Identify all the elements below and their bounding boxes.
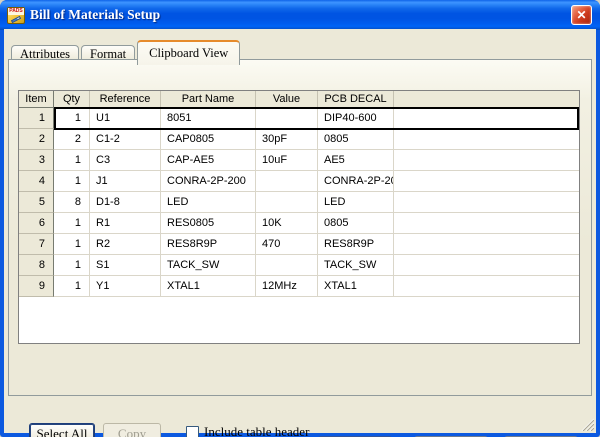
- include-header-label[interactable]: Include table header: [204, 424, 309, 437]
- include-header-checkbox[interactable]: [186, 426, 199, 437]
- table-cell[interactable]: XTAL1: [318, 276, 394, 297]
- include-header-row: Include table header: [186, 424, 309, 437]
- titlebar[interactable]: PADS Bill of Materials Setup ✕: [0, 0, 600, 30]
- table-cell[interactable]: R2: [90, 234, 161, 255]
- table-cell[interactable]: 0805: [318, 129, 394, 150]
- close-icon: ✕: [576, 8, 586, 22]
- table-cell[interactable]: 2: [54, 129, 90, 150]
- table-cell[interactable]: C3: [90, 150, 161, 171]
- table-cell[interactable]: 10K: [256, 213, 318, 234]
- column-header-pcb-decal: PCB DECAL: [318, 91, 394, 108]
- table-cell[interactable]: [394, 129, 579, 150]
- row-header-cell[interactable]: 5: [19, 192, 54, 213]
- table-cell[interactable]: LED: [318, 192, 394, 213]
- table-cell[interactable]: CONRA-2P-200: [318, 171, 394, 192]
- row-header-cell[interactable]: 8: [19, 255, 54, 276]
- table-cell[interactable]: 1: [54, 108, 90, 129]
- table-cell[interactable]: RES8R9P: [161, 234, 256, 255]
- table-cell[interactable]: [256, 108, 318, 129]
- table-cell[interactable]: U1: [90, 108, 161, 129]
- column-header-reference: Reference: [90, 91, 161, 108]
- row-header-cell[interactable]: 9: [19, 276, 54, 297]
- row-header-cell[interactable]: 7: [19, 234, 54, 255]
- row-header-cell[interactable]: 4: [19, 171, 54, 192]
- table-cell[interactable]: TACK_SW: [161, 255, 256, 276]
- resize-grip-icon[interactable]: [581, 418, 594, 431]
- table-cell[interactable]: [394, 255, 579, 276]
- table-cell[interactable]: LED: [161, 192, 256, 213]
- table-cell[interactable]: 8051: [161, 108, 256, 129]
- close-button[interactable]: ✕: [571, 5, 592, 25]
- row-header-cell[interactable]: 2: [19, 129, 54, 150]
- tab-panel-clipboard-view: ItemQtyReferencePart NameValuePCB DECAL 1…: [8, 59, 592, 396]
- row-header-cell[interactable]: 6: [19, 213, 54, 234]
- table-cell[interactable]: CONRA-2P-200: [161, 171, 256, 192]
- row-header-cell[interactable]: 3: [19, 150, 54, 171]
- row-header-cell[interactable]: 1: [19, 108, 54, 129]
- bom-setup-dialog: PADS Bill of Materials Setup ✕ Attribute…: [0, 0, 600, 437]
- bom-grid: ItemQtyReferencePart NameValuePCB DECAL 1…: [19, 91, 579, 297]
- table-cell[interactable]: 1: [54, 255, 90, 276]
- table-cell[interactable]: CAP0805: [161, 129, 256, 150]
- table-cell[interactable]: 1: [54, 171, 90, 192]
- table-cell[interactable]: [394, 171, 579, 192]
- copy-button[interactable]: Copy: [103, 423, 161, 437]
- table-cell[interactable]: 0805: [318, 213, 394, 234]
- table-cell[interactable]: [394, 150, 579, 171]
- table-cell[interactable]: Y1: [90, 276, 161, 297]
- table-cell[interactable]: AE5: [318, 150, 394, 171]
- table-cell[interactable]: [394, 108, 579, 129]
- table-cell[interactable]: D1-8: [90, 192, 161, 213]
- table-cell[interactable]: [394, 192, 579, 213]
- table-cell[interactable]: 12MHz: [256, 276, 318, 297]
- table-cell[interactable]: C1-2: [90, 129, 161, 150]
- table-cell[interactable]: 1: [54, 213, 90, 234]
- table-cell[interactable]: RES8R9P: [318, 234, 394, 255]
- pads-logo-text: PADS: [8, 8, 24, 15]
- table-cell[interactable]: [394, 213, 579, 234]
- dialog-body: Attributes Format Clipboard View ItemQty…: [4, 29, 596, 433]
- column-header-item: Item: [19, 91, 54, 108]
- table-cell[interactable]: 1: [54, 234, 90, 255]
- table-cell[interactable]: 10uF: [256, 150, 318, 171]
- column-header-qty: Qty: [54, 91, 90, 108]
- table-cell[interactable]: TACK_SW: [318, 255, 394, 276]
- table-cell[interactable]: S1: [90, 255, 161, 276]
- bom-table: ItemQtyReferencePart NameValuePCB DECAL 1…: [18, 90, 580, 344]
- column-header-value: Value: [256, 91, 318, 108]
- table-cell[interactable]: 1: [54, 276, 90, 297]
- table-cell[interactable]: R1: [90, 213, 161, 234]
- table-cell[interactable]: 1: [54, 150, 90, 171]
- window-title: Bill of Materials Setup: [30, 7, 160, 23]
- table-cell[interactable]: [394, 276, 579, 297]
- select-all-button[interactable]: Select All: [29, 423, 95, 437]
- table-cell[interactable]: 8: [54, 192, 90, 213]
- pencil-icon: [11, 15, 21, 22]
- table-cell[interactable]: [256, 192, 318, 213]
- table-cell[interactable]: [256, 255, 318, 276]
- table-cell[interactable]: XTAL1: [161, 276, 256, 297]
- table-cell[interactable]: DIP40-600: [318, 108, 394, 129]
- table-cell[interactable]: CAP-AE5: [161, 150, 256, 171]
- table-cell[interactable]: 30pF: [256, 129, 318, 150]
- column-header-part-name: Part Name: [161, 91, 256, 108]
- table-cell[interactable]: [256, 171, 318, 192]
- table-cell[interactable]: 470: [256, 234, 318, 255]
- column-header-blank: [394, 91, 579, 108]
- table-cell[interactable]: J1: [90, 171, 161, 192]
- table-cell[interactable]: RES0805: [161, 213, 256, 234]
- tab-clipboard-view[interactable]: Clipboard View: [137, 40, 240, 65]
- pads-logo-icon: PADS: [7, 7, 25, 24]
- table-cell[interactable]: [394, 234, 579, 255]
